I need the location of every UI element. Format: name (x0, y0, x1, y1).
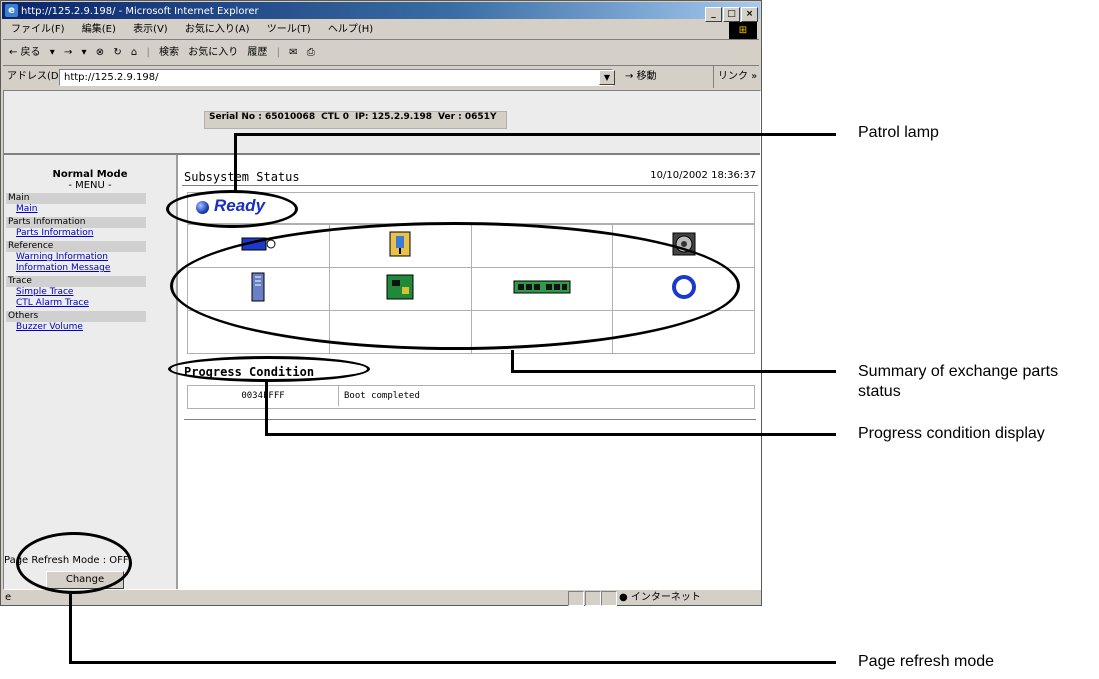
menu-file[interactable]: ファイル(F) (11, 24, 65, 35)
progress-message: Boot completed (344, 391, 420, 401)
internet-zone: ● インターネット (619, 592, 701, 603)
page-title: Subsystem Status (184, 170, 300, 184)
category-trace: Trace (6, 276, 146, 287)
category-reference: Reference (6, 241, 146, 252)
menu-favorites[interactable]: お気に入り(A) (185, 24, 250, 35)
status-bar: e ● インターネット (3, 590, 759, 606)
refresh-highlight (16, 532, 132, 594)
category-others: Others (6, 311, 146, 322)
menu-bar: ファイル(F) 編集(E) 表示(V) お気に入り(A) ツール(T) ヘルプ(… (3, 20, 759, 40)
title-bar: e http://125.2.9.198/ - Microsoft Interne… (2, 2, 760, 22)
link-buzzer-volume[interactable]: Buzzer Volume (16, 322, 176, 333)
address-dropdown-icon[interactable]: ▼ (599, 70, 615, 85)
link-information-message[interactable]: Information Message (16, 263, 176, 274)
leader-line (511, 350, 514, 372)
menu-tools[interactable]: ツール(T) (267, 24, 311, 35)
toolbar-separator: | (276, 47, 280, 58)
window-title: http://125.2.9.198/ - Microsoft Internet… (21, 6, 259, 17)
print-icon[interactable]: ⎙ (307, 47, 315, 58)
mode-label: Normal Mode (52, 169, 128, 180)
link-main[interactable]: Main (16, 204, 176, 215)
toolbar: ← 戻る ▾ → ▾ ⊗ ↻ ⌂ | 検索 お気に入り 履歴 | ✉ ⎙ (3, 41, 759, 66)
page-icon: e (5, 592, 12, 603)
search-button[interactable]: 検索 (159, 47, 179, 58)
back-dropdown-icon[interactable]: ▾ (50, 47, 55, 58)
timestamp: 10/10/2002 18:36:37 (650, 170, 756, 181)
sidebar: Normal Mode - MENU - Main Main Parts Inf… (4, 155, 178, 589)
progress-highlight (168, 356, 370, 382)
link-warning-information[interactable]: Warning Information (16, 252, 176, 263)
category-parts: Parts Information (6, 217, 146, 228)
callout-summary: Summary of exchange parts status (858, 363, 1059, 400)
callout-patrol-lamp: Patrol lamp (858, 124, 939, 141)
leader-line (265, 433, 836, 436)
leader-line (69, 594, 72, 663)
ip-address: IP: 125.2.9.198 (354, 112, 433, 122)
address-bar: アドレス(D) http://125.2.9.198/ ▼ → 移動 リンク » (3, 66, 759, 88)
device-info: Serial No : 65010068 CTL 0 IP: 125.2.9.198… (204, 111, 508, 129)
leader-line (69, 661, 836, 664)
patrol-lamp-highlight (166, 190, 298, 228)
divider (182, 185, 758, 186)
go-label: 移動 (636, 71, 657, 82)
windows-logo-icon: ⊞ (729, 22, 757, 39)
progress-code: 0034FFFF (188, 386, 339, 406)
address-input[interactable]: http://125.2.9.198/ (59, 69, 613, 86)
serial-number: Serial No : 65010068 (209, 112, 316, 122)
callout-progress: Progress condition display (858, 425, 1045, 442)
ie-icon: e (5, 4, 18, 17)
link-parts-information[interactable]: Parts Information (16, 228, 176, 239)
toolbar-separator: | (146, 47, 150, 58)
ctl-number: CTL 0 (321, 112, 349, 122)
divider (184, 419, 756, 420)
status-cell (601, 591, 617, 606)
zone-label: インターネット (630, 592, 701, 603)
callout-refresh: Page refresh mode (858, 653, 995, 670)
leader-line (511, 370, 836, 373)
progress-row: 0034FFFF Boot completed (187, 385, 755, 409)
forward-button[interactable]: → (64, 47, 72, 58)
home-button[interactable]: ⌂ (131, 47, 137, 58)
menu-help[interactable]: ヘルプ(H) (328, 24, 373, 35)
go-button[interactable]: → 移動 (625, 66, 657, 88)
menu-edit[interactable]: 編集(E) (82, 24, 116, 35)
refresh-button[interactable]: ↻ (113, 47, 121, 58)
menu-view[interactable]: 表示(V) (133, 24, 168, 35)
forward-dropdown-icon[interactable]: ▾ (82, 47, 87, 58)
history-button[interactable]: 履歴 (247, 47, 267, 58)
status-cell (585, 591, 601, 606)
leader-line (234, 133, 836, 136)
links-button[interactable]: リンク » (713, 66, 757, 88)
favorites-button[interactable]: お気に入り (188, 47, 238, 58)
category-main: Main (6, 193, 146, 204)
address-label: アドレス(D) (7, 71, 63, 82)
leader-line (234, 134, 237, 191)
leader-line (265, 382, 268, 434)
parts-status-highlight (170, 222, 740, 350)
status-cell (568, 591, 584, 606)
stop-button[interactable]: ⊗ (96, 47, 104, 58)
mail-icon[interactable]: ✉ (289, 47, 297, 58)
back-button[interactable]: ← 戻る (9, 47, 41, 58)
firmware-version: Ver : 0651Y (438, 112, 497, 122)
link-simple-trace[interactable]: Simple Trace (16, 287, 176, 298)
link-ctl-alarm-trace[interactable]: CTL Alarm Trace (16, 298, 176, 309)
menu-header: - MENU - (68, 180, 112, 191)
info-bar: Serial No : 65010068 CTL 0 IP: 125.2.9.198… (4, 91, 760, 155)
